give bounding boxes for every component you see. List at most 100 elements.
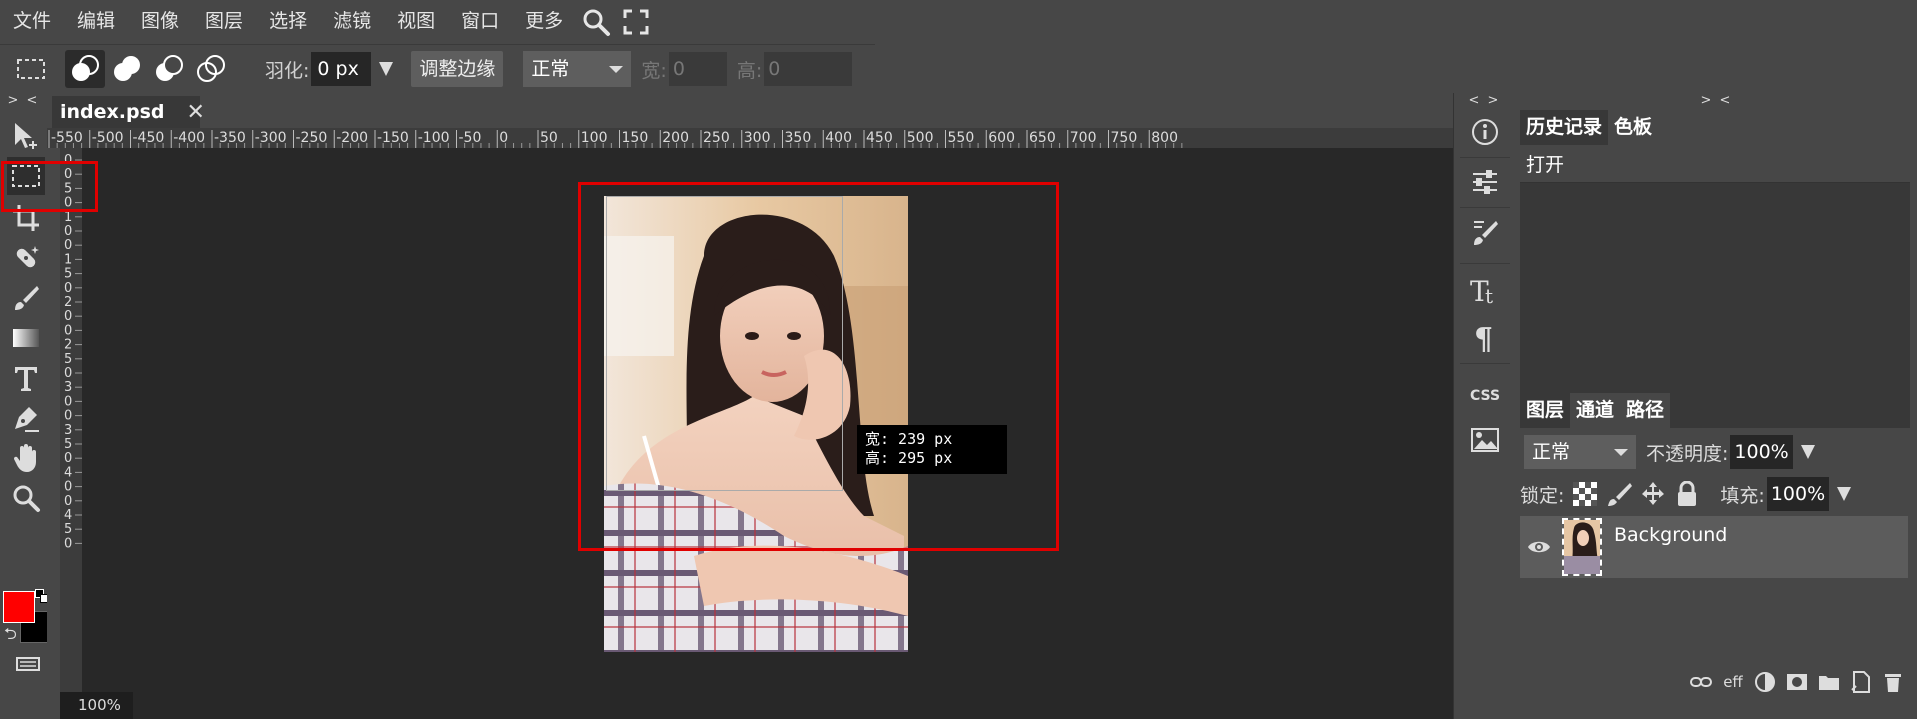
paragraph-icon[interactable]: ¶ (1466, 319, 1504, 357)
new-layer-icon[interactable] (1846, 667, 1876, 697)
style-select[interactable]: 正常 (523, 51, 632, 87)
menu-window[interactable]: 窗口 (448, 0, 512, 43)
highlight-box-tool (1, 161, 98, 212)
refine-edge-button[interactable]: 调整边缘 (411, 51, 504, 87)
selection-add-icon[interactable] (107, 50, 147, 88)
hand-tool-icon[interactable] (7, 439, 45, 477)
ruler-label: 100 (581, 130, 608, 146)
css-icon[interactable]: CSS (1466, 377, 1504, 415)
ruler-label: 4 (64, 465, 72, 480)
feather-dropdown-icon[interactable] (379, 62, 394, 76)
lock-all-icon[interactable] (1674, 481, 1700, 507)
link-layers-icon[interactable] (1686, 667, 1716, 697)
ruler-label: -200 (336, 130, 368, 146)
history-item[interactable]: 打开 (1520, 145, 1910, 183)
height-label: 高: (736, 59, 763, 82)
tab-swatches[interactable]: 色板 (1608, 110, 1659, 145)
height-input[interactable]: 0 (764, 52, 853, 86)
selection-new-icon[interactable] (65, 50, 105, 88)
swap-colors-icon[interactable]: ⮌ (4, 623, 17, 650)
tab-channels[interactable]: 通道 (1570, 393, 1621, 428)
menu-select[interactable]: 选择 (256, 0, 320, 43)
close-icon[interactable]: ✕ (187, 100, 205, 125)
tab-paths[interactable]: 路径 (1620, 393, 1671, 428)
menu-image[interactable]: 图像 (128, 0, 192, 43)
fullscreen-icon[interactable] (616, 0, 656, 43)
ruler-label: -300 (255, 130, 287, 146)
menu-filter[interactable]: 滤镜 (320, 0, 384, 43)
lock-position-icon[interactable] (1640, 481, 1666, 507)
lock-label: 锁定: (1520, 484, 1565, 507)
search-icon[interactable] (576, 0, 616, 43)
zoom-level[interactable]: 100% (60, 692, 133, 719)
iconbar-collapse[interactable]: < > (1454, 93, 1515, 109)
menu-more[interactable]: 更多 (512, 0, 576, 43)
panels-collapse[interactable]: > < (1516, 93, 1917, 109)
lock-pixels-icon[interactable] (1606, 481, 1633, 507)
quick-mask-icon[interactable] (16, 655, 40, 671)
layer-item[interactable]: Background (1520, 516, 1908, 578)
layers-tabs: 图层 通道 路径 (1520, 393, 1671, 428)
type-tool-icon[interactable] (7, 359, 45, 397)
layers-footer: eff (1520, 643, 1910, 719)
tab-layers[interactable]: 图层 (1520, 393, 1571, 428)
menu-view[interactable]: 视图 (384, 0, 448, 43)
blend-mode-value: 正常 (1532, 441, 1571, 463)
ruler-label: 500 (907, 130, 934, 146)
image-icon[interactable] (1466, 421, 1504, 459)
layer-mask-icon[interactable] (1782, 667, 1812, 697)
adjustment-layer-icon[interactable] (1750, 667, 1780, 697)
selection-subtract-icon[interactable] (149, 50, 189, 88)
brush-settings-icon[interactable] (1466, 213, 1504, 251)
info-icon[interactable] (1466, 113, 1504, 151)
marquee-preset-icon[interactable] (11, 50, 51, 88)
document-tab[interactable]: index.psd ✕ (52, 96, 205, 128)
menu-file[interactable]: 文件 (0, 0, 64, 43)
ruler-label: 5 (64, 522, 72, 537)
opacity-dropdown-icon[interactable] (1800, 445, 1815, 459)
layer-name: Background (1614, 524, 1728, 546)
ruler-label: 650 (1029, 130, 1056, 146)
adjustments-icon[interactable] (1466, 163, 1504, 201)
menu-edit[interactable]: 编辑 (64, 0, 128, 43)
lock-transparency-icon[interactable] (1572, 481, 1598, 507)
pen-tool-icon[interactable] (7, 399, 45, 437)
blend-mode-select[interactable]: 正常 (1524, 435, 1636, 469)
gradient-tool-icon[interactable] (7, 319, 45, 357)
ruler-label: -150 (377, 130, 409, 146)
ruler-label: 1 (64, 252, 72, 267)
brush-tool-icon[interactable] (7, 279, 45, 317)
tab-history[interactable]: 历史记录 (1520, 110, 1609, 145)
ruler-label: -500 (92, 130, 124, 146)
toolbar-collapse[interactable]: > < (0, 93, 47, 109)
fill-dropdown-icon[interactable] (1837, 487, 1852, 501)
horizontal-ruler: -550 -500 -450 -400 -350 -300 -250 -200 -150 -100… (47, 128, 1453, 148)
feather-input[interactable]: 0 px (311, 52, 372, 86)
fill-input[interactable]: 100% (1766, 477, 1830, 511)
vertical-ruler: 0050100150200250300350400450 (60, 148, 82, 719)
character-icon[interactable]: Tt (1466, 271, 1504, 309)
layer-effects-button[interactable]: eff (1718, 667, 1748, 697)
width-input[interactable]: 0 (668, 52, 727, 86)
opacity-input[interactable]: 100% (1730, 435, 1793, 469)
ruler-label: 2 (64, 338, 72, 353)
new-group-icon[interactable] (1814, 667, 1844, 697)
visibility-eye-icon[interactable] (1520, 539, 1558, 555)
selection-intersect-icon[interactable] (191, 50, 231, 88)
foreground-color-swatch[interactable] (3, 591, 35, 623)
document-tab-name: index.psd (60, 101, 165, 123)
ruler-label: 200 (662, 130, 689, 146)
ruler-label: -100 (418, 130, 450, 146)
layer-thumbnail (1562, 518, 1602, 576)
menu-layer[interactable]: 图层 (192, 0, 256, 43)
width-label: 宽: (641, 59, 667, 82)
zoom-tool-icon[interactable] (7, 479, 45, 517)
healing-tool-icon[interactable] (7, 239, 45, 277)
document-tabs: index.psd ✕ (47, 93, 1453, 128)
ruler-label: 0 (64, 394, 72, 409)
move-tool-icon[interactable] (7, 117, 45, 155)
ruler-label: 300 (744, 130, 771, 146)
right-panels: > < 历史记录 色板 打开 图层 通道 路径 正常 不透明度: 100% 锁定… (1516, 93, 1917, 719)
delete-layer-icon[interactable] (1878, 667, 1908, 697)
feather-label: 羽化: (265, 59, 310, 82)
